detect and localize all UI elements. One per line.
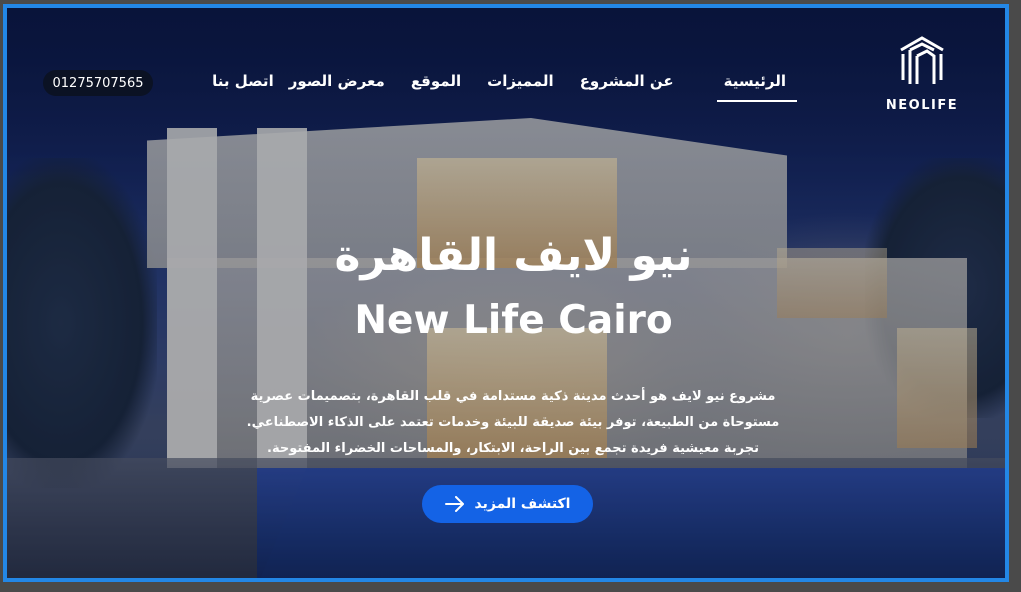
neolife-logo-icon (900, 36, 944, 84)
page-frame: NEOLIFE الرئيسية عن المشروع المميزات الم… (3, 4, 1009, 582)
phone-number-badge[interactable]: 01275707565 (43, 70, 153, 96)
hero-description-line: مستوحاة من الطبيعة، توفر بيئة صديقة للبي… (246, 415, 780, 430)
arrow-right-icon (444, 496, 464, 512)
hero-title-english: New Life Cairo (354, 298, 673, 343)
discover-more-label: اكتشف المزيد (474, 496, 571, 512)
hero-title-arabic: نيو لايف القاهرة (334, 230, 693, 281)
hero-description-line: مشروع نيو لايف هو أحدث مدينة ذكية مستدام… (250, 389, 776, 404)
nav-item-about[interactable]: عن المشروع (567, 72, 687, 90)
brand-logo[interactable]: NEOLIFE (879, 34, 965, 113)
nav-item-location[interactable]: الموقع (398, 72, 474, 90)
hero-description-line: تجربة معيشية فريدة تجمع بين الراحة، الاب… (267, 441, 759, 456)
discover-more-button[interactable]: اكتشف المزيد (422, 485, 593, 523)
nav-item-contact[interactable]: اتصل بنا (199, 72, 276, 90)
nav-item-gallery[interactable]: معرض الصور (276, 72, 398, 90)
brand-name: NEOLIFE (885, 98, 959, 113)
main-nav: الرئيسية عن المشروع المميزات الموقع معرض… (199, 72, 799, 102)
nav-item-home[interactable]: الرئيسية (711, 72, 799, 102)
nav-item-features[interactable]: المميزات (474, 72, 567, 90)
hero-description: مشروع نيو لايف هو أحدث مدينة ذكية مستدام… (243, 384, 783, 462)
